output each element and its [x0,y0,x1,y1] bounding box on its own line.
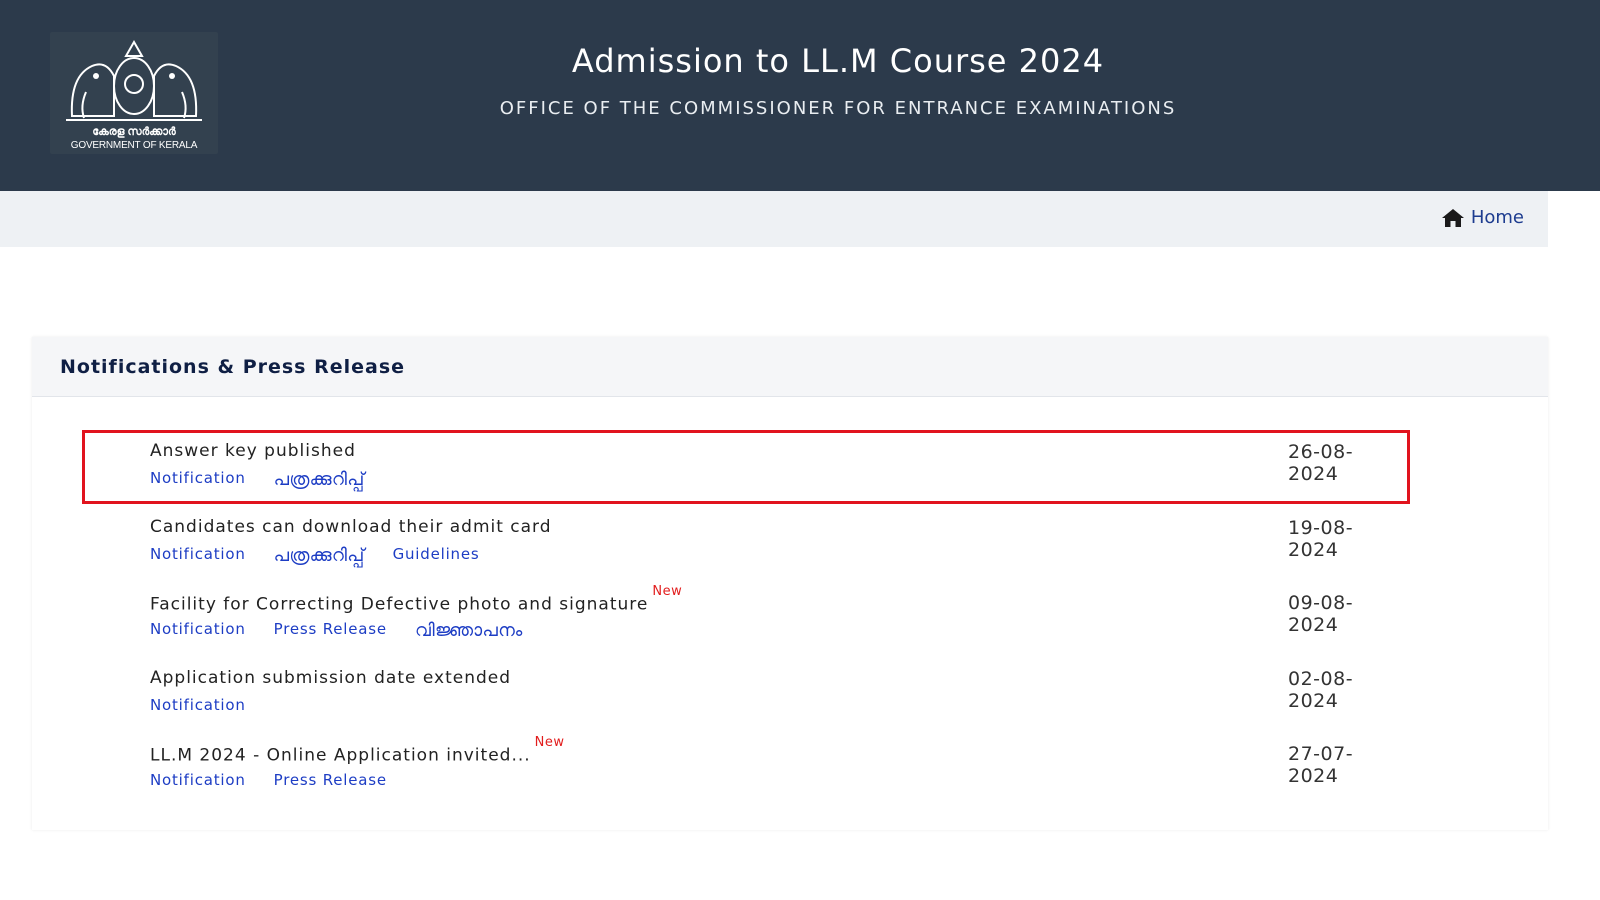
home-icon [1441,208,1464,227]
logo-caption-english: GOVERNMENT OF KERALA [70,140,198,151]
notification-links: Notification [150,696,246,714]
panel-title: Notifications & Press Release [60,355,406,378]
notification-title: Candidates can download their admit card [150,517,552,537]
notification-date: 27-07-2024 [1288,743,1354,787]
notification-links: Notification Press Release [150,771,387,789]
notification-link[interactable]: Notification [150,620,246,641]
notification-date: 19-08-2024 [1288,517,1354,561]
notice-malayalam-link[interactable]: വിജ്ഞാപനം [415,620,523,641]
notification-title-text: LL.M 2024 - Online Application invited..… [150,745,531,766]
press-release-link[interactable]: Press Release [274,771,387,789]
logo-caption-malayalam: കേരള സർക്കാർ [92,126,176,138]
press-release-link[interactable]: Press Release [274,620,387,641]
notification-link[interactable]: Notification [150,696,246,714]
notification-link[interactable]: Notification [150,469,246,490]
notification-title: LL.M 2024 - Online Application invited..… [150,735,565,766]
notification-date: 02-08-2024 [1288,668,1354,712]
notification-links: Notification പത്രക്കുറിപ്പ് Guidelines [150,545,480,566]
notification-title-text: Candidates can download their admit card [150,517,552,537]
notification-title: Application submission date extended [150,668,511,688]
notification-title: Facility for Correcting Defective photo … [150,584,682,615]
top-navbar: Home [0,191,1548,247]
notification-date: 26-08-2024 [1288,441,1354,485]
notification-link[interactable]: Notification [150,545,246,566]
notification-date: 09-08-2024 [1288,592,1354,636]
new-badge: New [652,584,683,599]
home-link-label: Home [1470,207,1524,228]
notification-title: Answer key published [150,441,356,461]
notification-title-text: Application submission date extended [150,668,512,688]
press-note-malayalam-link[interactable]: പത്രക്കുറിപ്പ് [274,545,365,566]
notification-title-text: Answer key published [150,441,356,461]
home-link[interactable]: Home [1441,207,1524,228]
page-subtitle: OFFICE OF THE COMMISSIONER FOR ENTRANCE … [499,98,1177,119]
notifications-panel: Notifications & Press Release Answer key… [32,337,1548,830]
new-badge: New [534,735,565,750]
page-title: Admission to LL.M Course 2024 [571,42,1105,80]
site-header: കേരള സർക്കാർ GOVERNMENT OF KERALA Admiss… [0,0,1600,191]
notification-links: Notification പത്രക്കുറിപ്പ് [150,469,365,490]
notification-link[interactable]: Notification [150,771,246,789]
press-note-malayalam-link[interactable]: പത്രക്കുറിപ്പ് [274,469,365,490]
guidelines-link[interactable]: Guidelines [393,545,480,566]
notification-title-text: Facility for Correcting Defective photo … [150,594,649,615]
panel-header: Notifications & Press Release [32,337,1548,397]
notification-links: Notification Press Release വിജ്ഞാപനം [150,620,523,641]
